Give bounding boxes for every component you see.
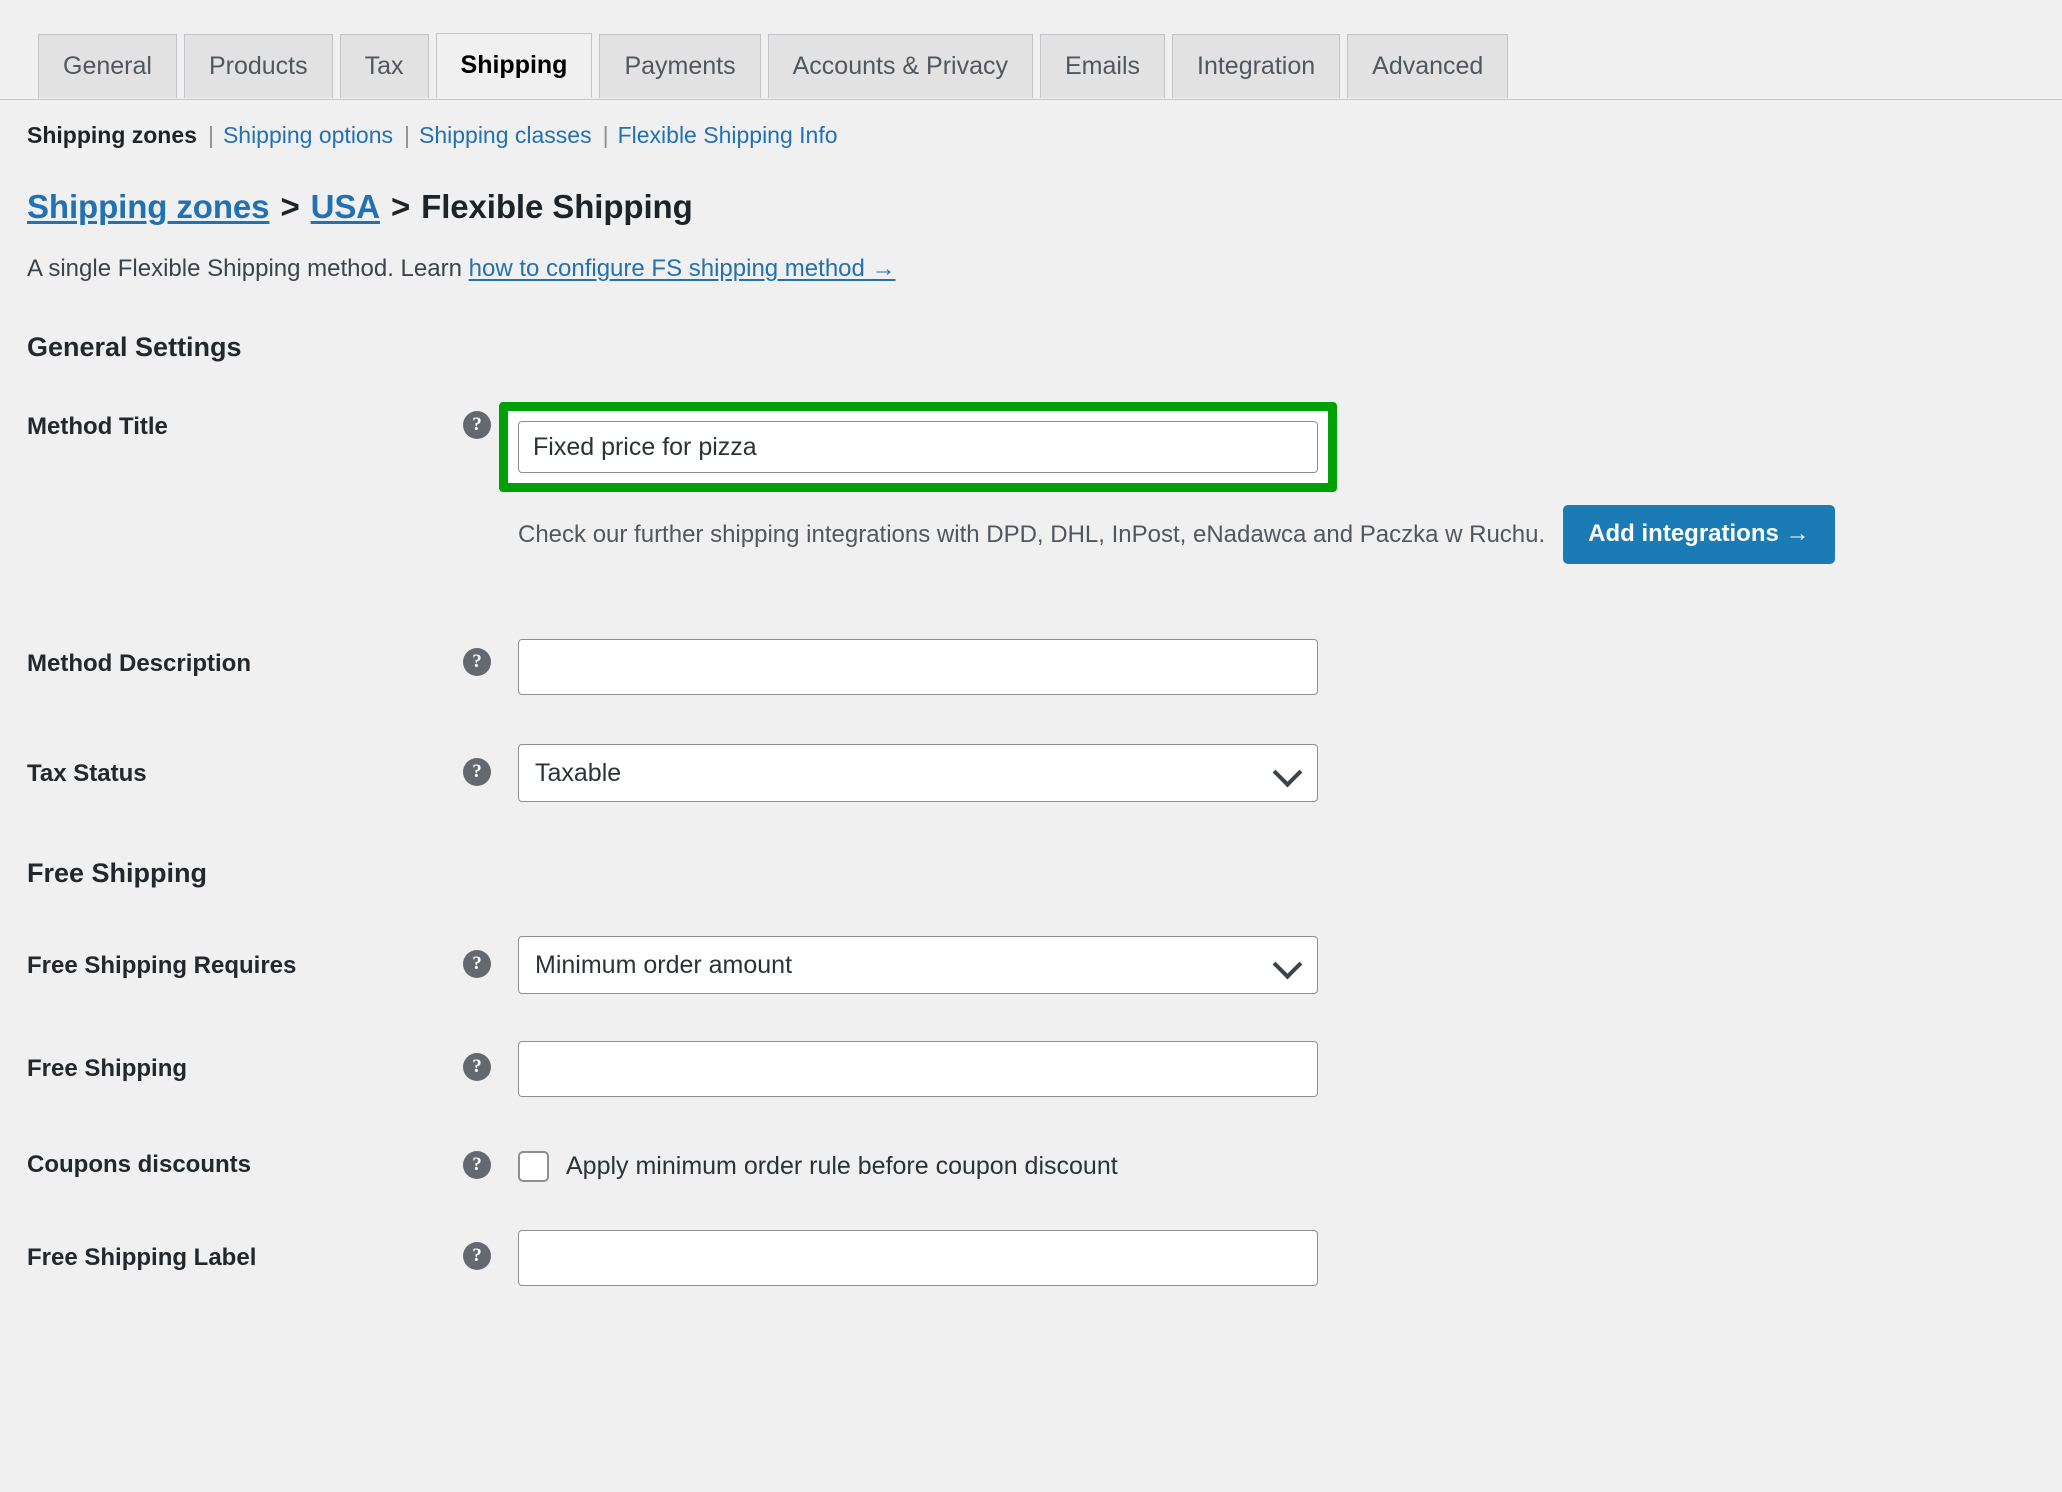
tax-status-select-wrap: Taxable: [518, 744, 1318, 802]
field-free-shipping: [518, 1041, 2062, 1097]
tab-products[interactable]: Products: [183, 34, 333, 98]
form-row-free-shipping: Free Shipping ?: [27, 1041, 2062, 1097]
form-row-free-shipping-requires: Free Shipping Requires ? Minimum order a…: [27, 936, 2062, 994]
help-icon-free-shipping-requires[interactable]: ?: [463, 950, 491, 978]
tax-status-select[interactable]: Taxable: [518, 744, 1318, 802]
help-icon-method-title[interactable]: ?: [463, 411, 491, 439]
section-heading-free-shipping: Free Shipping: [27, 858, 208, 888]
subnav-separator-2: |: [404, 122, 410, 148]
subnav-item-shipping-classes[interactable]: Shipping classes: [419, 124, 592, 147]
label-method-description: Method Description: [27, 650, 252, 677]
tab-advanced[interactable]: Advanced: [1347, 34, 1509, 98]
form-row-method-description: Method Description ?: [27, 639, 2062, 695]
form-row-tax-status: Tax Status ? Taxable: [27, 744, 2062, 802]
help-icon-method-description[interactable]: ?: [463, 648, 491, 676]
breadcrumb-current-flexible-shipping: Flexible Shipping: [421, 188, 693, 225]
breadcrumb-separator-2: >: [390, 188, 411, 225]
form-row-free-shipping-label: Free Shipping Label ?: [27, 1230, 2062, 1286]
tab-tax[interactable]: Tax: [339, 34, 429, 98]
subnav-item-shipping-zones[interactable]: Shipping zones: [27, 124, 197, 147]
tab-payments[interactable]: Payments: [599, 34, 761, 98]
breadcrumb-link-usa[interactable]: USA: [311, 190, 380, 223]
help-icon-free-shipping-label[interactable]: ?: [463, 1242, 491, 1270]
breadcrumb: Shipping zones > USA > Flexible Shipping: [27, 190, 2062, 223]
shipping-subnav: Shipping zones | Shipping options | Ship…: [0, 100, 2062, 147]
apply-minimum-order-rule-checkbox[interactable]: [518, 1151, 549, 1182]
tab-general[interactable]: General: [38, 34, 177, 98]
method-description-input[interactable]: [518, 639, 1318, 695]
label-free-shipping: Free Shipping: [27, 1055, 188, 1082]
breadcrumb-separator-1: >: [280, 188, 300, 225]
tab-integration[interactable]: Integration: [1172, 34, 1341, 98]
label-tax-status: Tax Status: [27, 760, 147, 787]
field-method-title: Check our further shipping integrations …: [499, 402, 2062, 564]
field-coupons-discounts: Apply minimum order rule before coupon d…: [518, 1145, 2062, 1182]
free-shipping-requires-select-wrap: Minimum order amount: [518, 936, 1318, 994]
tab-emails[interactable]: Emails: [1039, 34, 1165, 98]
configure-fs-method-link[interactable]: how to configure FS shipping method →: [469, 255, 896, 282]
page-description: A single Flexible Shipping method. Learn…: [27, 257, 2062, 281]
free-shipping-input[interactable]: [518, 1041, 1318, 1097]
label-method-title: Method Title: [27, 413, 168, 440]
general-settings-form: Method Title ? Check our further shippin…: [27, 402, 2062, 1286]
tab-shipping[interactable]: Shipping: [435, 33, 593, 98]
label-free-shipping-requires: Free Shipping Requires: [27, 952, 297, 979]
coupons-discounts-checkbox-line: Apply minimum order rule before coupon d…: [518, 1145, 2062, 1182]
add-integrations-button[interactable]: Add integrations →: [1563, 505, 1835, 564]
subnav-separator-1: |: [207, 122, 214, 148]
settings-tab-bar: General Products Tax Shipping Payments A…: [0, 0, 2062, 100]
main-content: Shipping zones > USA > Flexible Shipping…: [0, 190, 2062, 1286]
tab-accounts-privacy[interactable]: Accounts & Privacy: [767, 34, 1033, 98]
form-row-method-title: Method Title ? Check our further shippin…: [27, 402, 2062, 564]
form-row-coupons-discounts: Coupons discounts ? Apply minimum order …: [27, 1145, 2062, 1182]
subnav-separator-3: |: [602, 122, 609, 148]
method-title-highlight-box: [499, 402, 1337, 492]
subnav-item-flexible-shipping-info[interactable]: Flexible Shipping Info: [618, 124, 838, 147]
tab-bar-divider: [0, 99, 2062, 100]
tab-list: General Products Tax Shipping Payments A…: [38, 32, 2062, 98]
section-heading-general-settings: General Settings: [27, 332, 242, 362]
subnav-item-shipping-options[interactable]: Shipping options: [223, 124, 393, 147]
label-free-shipping-label: Free Shipping Label: [27, 1244, 257, 1271]
field-free-shipping-label: [518, 1230, 2062, 1286]
help-icon-coupons-discounts[interactable]: ?: [463, 1151, 491, 1179]
apply-minimum-order-rule-label[interactable]: Apply minimum order rule before coupon d…: [566, 1154, 1118, 1179]
page-description-text: A single Flexible Shipping method. Learn: [27, 255, 462, 282]
field-free-shipping-requires: Minimum order amount: [518, 936, 2062, 994]
field-method-description: [518, 639, 2062, 695]
help-icon-tax-status[interactable]: ?: [463, 758, 491, 786]
method-title-input[interactable]: [518, 421, 1318, 473]
label-coupons-discounts: Coupons discounts: [27, 1151, 251, 1178]
help-icon-free-shipping[interactable]: ?: [463, 1053, 491, 1081]
breadcrumb-link-shipping-zones[interactable]: Shipping zones: [27, 190, 270, 223]
free-shipping-requires-select[interactable]: Minimum order amount: [518, 936, 1318, 994]
free-shipping-label-input[interactable]: [518, 1230, 1318, 1286]
integrations-promo: Check our further shipping integrations …: [518, 505, 2062, 564]
integrations-promo-text: Check our further shipping integrations …: [518, 520, 1546, 548]
field-tax-status: Taxable: [518, 744, 2062, 802]
